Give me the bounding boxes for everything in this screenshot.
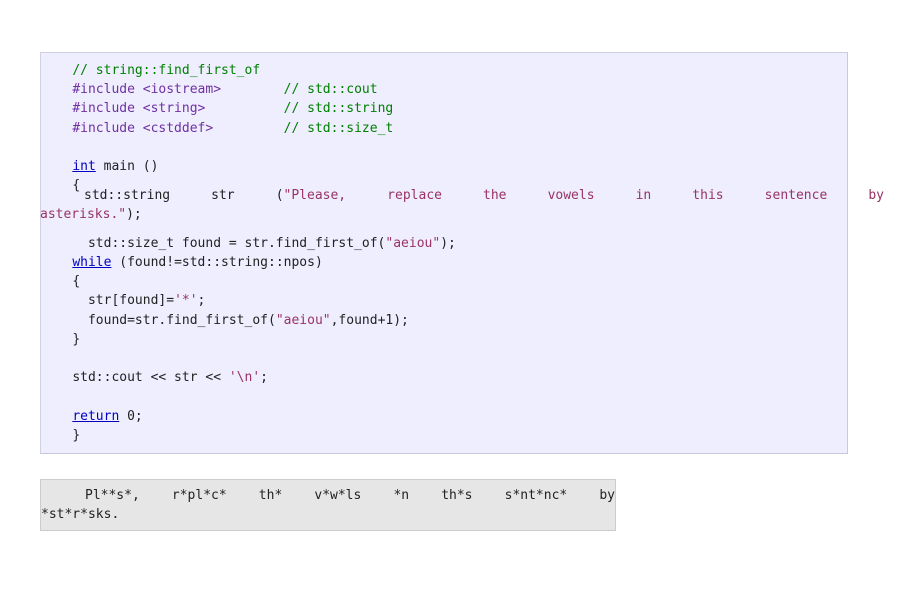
statement-head: str[found]= <box>72 293 175 309</box>
comment-text: // string::find_first_of <box>72 63 261 78</box>
statement-head: std::string str ( <box>84 188 284 203</box>
statement-head: std::size_t found = str.find_first_of( <box>72 235 386 251</box>
string-literal: "aeiou" <box>275 312 331 328</box>
return-value: 0; <box>119 408 143 424</box>
statement-tail: ); <box>126 207 142 223</box>
code-line-assign-asterisk: str[found]='*'; <box>41 291 847 310</box>
brace: } <box>72 331 81 347</box>
output-line-1: Pl**s*, r*pl*c* th* v*w*ls *n th*s s*nt*… <box>41 486 615 505</box>
code-line-find-next: found=str.find_first_of("aeiou",found+1)… <box>41 311 847 330</box>
brace: { <box>72 274 81 290</box>
code-source: // string::find_first_of #include <iostr… <box>41 61 847 445</box>
comment-text: // std::cout <box>283 82 378 98</box>
keyword-int: int <box>72 159 96 175</box>
program-output-text: Pl**s*, r*pl*c* th* v*w*ls *n th*s s*nt*… <box>41 486 615 524</box>
statement-tail: ); <box>440 235 456 251</box>
comment-text: // std::size_t <box>283 120 394 136</box>
keyword-while: while <box>72 255 112 271</box>
statement-tail: ,found+1); <box>330 312 409 328</box>
code-line-main-signature: int main () <box>41 157 847 176</box>
code-line-close-brace-main: } <box>41 426 847 445</box>
string-literal-head: "Please, replace the vowels in this sent… <box>283 188 884 203</box>
brace: } <box>72 427 81 443</box>
code-line-comment-title: // string::find_first_of <box>41 61 847 80</box>
string-declaration-second-row: asterisks."); <box>40 205 910 224</box>
char-literal-newline: '\n' <box>228 370 261 386</box>
code-line-open-brace-while: { <box>41 272 847 291</box>
comment-text: // std::string <box>283 101 394 117</box>
code-line-return: return 0; <box>41 407 847 426</box>
code-line-include-string: #include <string> // std::string <box>41 99 847 118</box>
code-example-block: // string::find_first_of #include <iostr… <box>40 52 848 455</box>
code-line-close-brace-while: } <box>41 330 847 349</box>
statement-head: found=str.find_first_of( <box>72 312 276 328</box>
code-line-include-iostream: #include <iostream> // std::cout <box>41 80 847 99</box>
output-line-1-justified: Pl**s*, r*pl*c* th* v*w*ls *n th*s s*nt*… <box>85 488 615 503</box>
code-line-include-cstddef: #include <cstddef> // std::size_t <box>41 119 847 138</box>
preprocessor-directive: #include <iostream> <box>72 82 222 98</box>
statement-tail: ; <box>260 370 268 386</box>
keyword-return: return <box>72 408 120 424</box>
string-declaration-justified: std::string str ("Please, replace the vo… <box>84 186 884 205</box>
program-output-block: Pl**s*, r*pl*c* th* v*w*ls *n th*s s*nt*… <box>40 479 616 532</box>
while-condition: (found!=std::string::npos) <box>111 255 323 271</box>
string-literal: "aeiou" <box>385 235 441 251</box>
preprocessor-directive: #include <cstddef> <box>72 120 214 136</box>
code-line-while: while (found!=std::string::npos) <box>41 253 847 272</box>
code-line-cout: std::cout << str << '\n'; <box>41 368 847 387</box>
preprocessor-directive: #include <string> <box>72 101 206 117</box>
main-signature-rest: main () <box>95 159 159 175</box>
output-line-2: *st*r*sks. <box>41 507 120 523</box>
string-declaration-first-row: std::string str ("Please, replace the vo… <box>40 186 884 205</box>
char-literal: '*' <box>174 293 198 309</box>
statement-head: std::cout << str << <box>72 370 229 386</box>
string-literal-tail: asterisks." <box>40 207 127 223</box>
code-line-find-first-of: std::size_t found = str.find_first_of("a… <box>41 234 847 253</box>
statement-tail: ; <box>197 293 206 309</box>
code-line-string-declaration: std::string str ("Please, replace the vo… <box>40 186 910 224</box>
